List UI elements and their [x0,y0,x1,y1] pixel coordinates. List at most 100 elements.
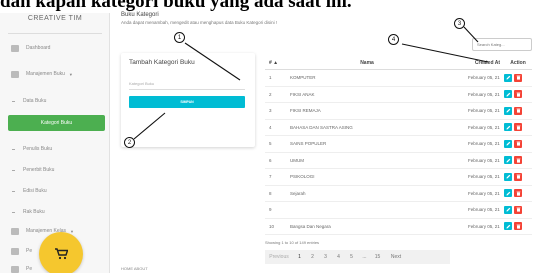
cell-nama: KOMPUTER [290,75,316,81]
delete-button[interactable] [514,205,522,214]
table-row: 3 FIKSI REMAJA February 05, 21 [265,103,532,120]
delete-button[interactable] [514,156,522,165]
cell-action [502,156,532,165]
cell-nama: UMUM [290,157,304,163]
pagination-page[interactable]: 2 [306,254,319,260]
edit-icon [506,191,510,196]
footer-links: HOME ABOUT [121,266,148,271]
edit-icon [506,108,510,113]
table-row: 9 February 05, 21 [265,202,532,219]
cell-created-at: February 05, 21 [468,157,500,163]
edit-icon [506,92,510,97]
callout-marker-3: 3 [454,18,465,29]
cell-created-at: February 05, 21 [468,108,500,114]
edit-button[interactable] [504,106,512,115]
delete-button[interactable] [514,90,522,99]
edit-icon [506,158,510,163]
cell-created-at: February 05, 21 [468,124,500,130]
pagination-page[interactable]: 4 [332,254,345,260]
cell-no: 8 [269,190,272,196]
cell-created-at: February 05, 21 [468,223,500,229]
edit-button[interactable] [504,189,512,198]
edit-icon [506,75,510,80]
table-row: 2 FIKSI ANAK February 05, 21 [265,87,532,103]
chevron-down-icon: ▼ [68,71,73,77]
delete-button[interactable] [514,139,522,148]
cell-action [502,106,532,115]
pagination-page[interactable]: 1 [293,254,306,260]
cart-icon [55,248,68,260]
save-button[interactable]: SIMPAN [129,96,245,108]
pagination-next[interactable]: Next [384,254,408,260]
trash-icon [516,224,520,229]
cell-action [502,222,532,231]
pagination-page[interactable]: 3 [319,254,332,260]
cell-no: 2 [269,91,272,97]
cell-no: 9 [269,207,272,213]
edit-button[interactable] [504,73,512,82]
sidebar-item-penerbit-buku[interactable]: Penerbit Buku [0,162,110,178]
edit-button[interactable] [504,156,512,165]
sidebar-item-label: Manajemen Buku [26,71,65,77]
callout-marker-1: 1 [174,32,185,43]
sidebar-item-label: Penerbit Buku [23,167,55,173]
card-title: Tambah Kategori Buku [129,59,195,66]
cell-no: 3 [269,108,272,114]
sidebar-item-kategori-buku[interactable]: Kategori Buku [8,115,105,131]
table-row: 4 BAHASA DAN SASTRA ASING February 05, 21 [265,120,532,136]
sidebar-item-penulis-buku[interactable]: Penulis Buku [0,141,110,157]
delete-button[interactable] [514,106,522,115]
menu-icon [11,247,19,255]
cell-nama: Sejarah [290,190,306,196]
trash-icon [516,92,520,97]
edit-button[interactable] [504,205,512,214]
trash-icon [516,174,520,179]
search-input[interactable] [472,38,532,51]
edit-button[interactable] [504,222,512,231]
edit-icon [506,224,510,229]
pagination-page[interactable]: 5 [345,254,358,260]
column-header-action: Action [510,60,526,66]
column-header-created-at[interactable]: Created At [452,60,502,66]
delete-button[interactable] [514,222,522,231]
cell-created-at: February 05, 21 [468,174,500,180]
bullet-icon [12,148,15,150]
cell-created-at: February 05, 21 [468,190,500,196]
cell-action [502,90,532,99]
cell-action [502,172,532,181]
sidebar-item-label: Edisi Buku [23,188,47,194]
cell-created-at: February 05, 21 [468,207,500,213]
cart-fab-button[interactable] [39,232,83,273]
bullet-icon [12,211,15,213]
pagination-page[interactable]: 15 [371,254,384,260]
sidebar-item-dashboard[interactable]: Dashboard [0,40,110,56]
book-management-icon [11,70,19,78]
edit-button[interactable] [504,123,512,132]
column-header-no[interactable]: # ▲ [265,60,282,66]
pagination-ellipsis: ... [362,254,367,260]
category-name-input[interactable] [129,78,245,90]
sidebar-item-manajemen-buku[interactable]: Manajemen Buku ▼ [0,66,110,82]
cell-no: 7 [269,174,272,180]
sidebar-item-rak-buku[interactable]: Rak Buku [0,204,110,220]
delete-button[interactable] [514,123,522,132]
pagination-previous[interactable]: Previous [265,254,293,260]
edit-button[interactable] [504,172,512,181]
sidebar-item-label: Dashboard [26,45,51,51]
sidebar-item-edisi-buku[interactable]: Edisi Buku [0,183,110,199]
delete-button[interactable] [514,189,522,198]
delete-button[interactable] [514,172,522,181]
delete-button[interactable] [514,73,522,82]
cell-no: 10 [269,223,275,229]
bullet-icon [12,190,15,192]
cell-action [502,139,532,148]
cell-nama: SAINS POPULER [290,141,327,147]
edit-button[interactable] [504,139,512,148]
brand-divider [8,33,102,34]
sidebar-item-label: Penulis Buku [23,146,53,152]
sidebar-item-data-buku[interactable]: Data Buku [0,93,110,109]
trash-icon [516,108,520,113]
edit-button[interactable] [504,90,512,99]
column-header-nama[interactable]: Nama [282,60,452,66]
brand-logo: CREATIVE TIM [27,15,83,22]
